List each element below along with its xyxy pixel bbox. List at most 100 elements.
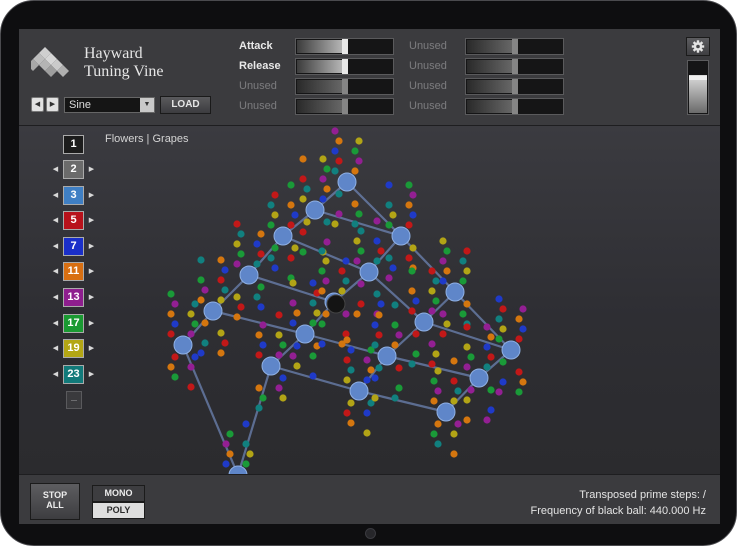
lattice-ball[interactable]: [408, 307, 416, 315]
lattice-ball[interactable]: [289, 299, 297, 307]
lattice-ball[interactable]: [389, 211, 397, 219]
lattice-node[interactable]: [377, 346, 397, 366]
lattice-ball[interactable]: [291, 244, 299, 252]
lattice-ball[interactable]: [217, 349, 225, 357]
lattice-ball[interactable]: [187, 363, 195, 371]
lattice-ball[interactable]: [412, 297, 420, 305]
lattice-ball[interactable]: [226, 450, 234, 458]
lattice-node[interactable]: [445, 282, 465, 302]
lattice-ball[interactable]: [385, 201, 393, 209]
lattice-ball[interactable]: [299, 195, 307, 203]
lattice-ball[interactable]: [409, 191, 417, 199]
lattice-ball[interactable]: [233, 220, 241, 228]
next-waveform-button[interactable]: ▶: [46, 97, 59, 112]
param-slider-attack[interactable]: [295, 38, 394, 55]
lattice-ball[interactable]: [412, 350, 420, 358]
lattice-ball[interactable]: [454, 420, 462, 428]
lattice-ball[interactable]: [322, 310, 330, 318]
lattice-ball[interactable]: [351, 220, 359, 228]
lattice-ball[interactable]: [428, 307, 436, 315]
lattice-ball[interactable]: [167, 310, 175, 318]
lattice-node[interactable]: [261, 356, 281, 376]
lattice-ball[interactable]: [463, 300, 471, 308]
lattice-ball[interactable]: [187, 310, 195, 318]
lattice-node[interactable]: [173, 335, 193, 355]
lattice-ball[interactable]: [255, 331, 263, 339]
lattice-ball[interactable]: [217, 329, 225, 337]
lattice-ball[interactable]: [377, 300, 385, 308]
lattice-ball[interactable]: [191, 300, 199, 308]
param-slider-unused-3[interactable]: [295, 78, 394, 95]
lattice-ball[interactable]: [408, 267, 416, 275]
lattice-ball[interactable]: [197, 276, 205, 284]
lattice-ball[interactable]: [434, 420, 442, 428]
lattice-ball[interactable]: [275, 311, 283, 319]
lattice-ball[interactable]: [331, 220, 339, 228]
lattice-ball[interactable]: [357, 300, 365, 308]
lattice-ball[interactable]: [439, 237, 447, 245]
lattice-ball[interactable]: [289, 352, 297, 360]
lattice-node[interactable]: [349, 381, 369, 401]
lattice-ball[interactable]: [287, 181, 295, 189]
lattice-ball[interactable]: [428, 287, 436, 295]
lattice-ball[interactable]: [171, 320, 179, 328]
lattice-ball[interactable]: [318, 267, 326, 275]
lattice-ball[interactable]: [335, 157, 343, 165]
lattice-ball[interactable]: [430, 397, 438, 405]
lattice-ball[interactable]: [405, 181, 413, 189]
lattice-ball[interactable]: [443, 267, 451, 275]
lattice-ball[interactable]: [439, 310, 447, 318]
lattice-ball[interactable]: [483, 363, 491, 371]
lattice-ball[interactable]: [187, 383, 195, 391]
lattice-ball[interactable]: [434, 387, 442, 395]
lattice-ball[interactable]: [257, 230, 265, 238]
lattice-ball[interactable]: [483, 343, 491, 351]
lattice-ball[interactable]: [287, 201, 295, 209]
lattice-ball[interactable]: [342, 277, 350, 285]
lattice-ball[interactable]: [347, 419, 355, 427]
lattice-ball[interactable]: [233, 313, 241, 321]
lattice-ball[interactable]: [463, 363, 471, 371]
lattice-ball[interactable]: [487, 333, 495, 341]
lattice-ball[interactable]: [267, 221, 275, 229]
lattice-ball[interactable]: [432, 297, 440, 305]
lattice-ball[interactable]: [259, 394, 267, 402]
lattice-ball[interactable]: [428, 267, 436, 275]
lattice-ball[interactable]: [353, 310, 361, 318]
lattice-ball[interactable]: [495, 388, 503, 396]
lattice-ball[interactable]: [371, 374, 379, 382]
lattice-node[interactable]: [501, 340, 521, 360]
lattice-ball[interactable]: [253, 260, 261, 268]
lattice-ball[interactable]: [313, 309, 321, 317]
lattice-ball[interactable]: [355, 137, 363, 145]
lattice-ball[interactable]: [221, 339, 229, 347]
lattice-ball[interactable]: [255, 404, 263, 412]
lattice-ball[interactable]: [405, 221, 413, 229]
lattice-ball[interactable]: [409, 244, 417, 252]
lattice-ball[interactable]: [391, 301, 399, 309]
lattice-ball[interactable]: [515, 335, 523, 343]
lattice-ball[interactable]: [434, 367, 442, 375]
lattice-ball[interactable]: [217, 276, 225, 284]
lattice-node[interactable]: [228, 465, 248, 474]
lattice-node[interactable]: [203, 301, 223, 321]
lattice-ball[interactable]: [233, 240, 241, 248]
lattice-ball[interactable]: [357, 227, 365, 235]
lattice-ball[interactable]: [255, 384, 263, 392]
lattice-ball[interactable]: [515, 368, 523, 376]
lattice-ball[interactable]: [342, 330, 350, 338]
lattice-ball[interactable]: [221, 286, 229, 294]
lattice-ball[interactable]: [385, 254, 393, 262]
lattice-ball[interactable]: [351, 147, 359, 155]
lattice-ball[interactable]: [353, 237, 361, 245]
lattice-ball[interactable]: [373, 290, 381, 298]
lattice-ball[interactable]: [355, 210, 363, 218]
lattice-ball[interactable]: [237, 303, 245, 311]
lattice-ball[interactable]: [450, 377, 458, 385]
poly-button[interactable]: POLY: [92, 502, 145, 519]
tuning-lattice[interactable]: [19, 126, 720, 474]
lattice-ball[interactable]: [242, 420, 250, 428]
lattice-ball[interactable]: [323, 218, 331, 226]
lattice-ball[interactable]: [271, 191, 279, 199]
lattice-node[interactable]: [305, 200, 325, 220]
